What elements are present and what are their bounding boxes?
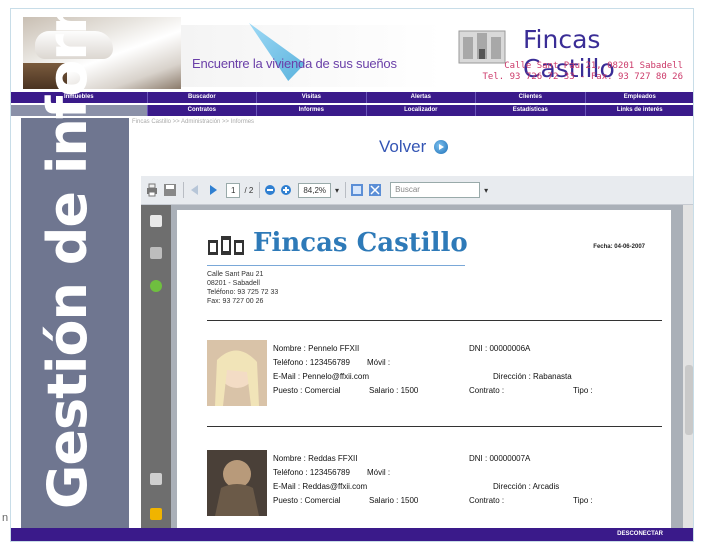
breadcrumb: Fincas Castillo >> Administración >> Inf… <box>132 119 255 125</box>
toolbar-divider <box>183 182 184 198</box>
nav-alertas[interactable]: Alertas <box>367 92 477 103</box>
employee-puesto: Puesto : Comercial <box>273 496 341 505</box>
volver-label: Volver <box>379 137 427 156</box>
employee-telefono: Teléfono : 123456789 <box>273 358 350 367</box>
employee-salario: Salario : 1500 <box>369 496 419 505</box>
print-icon[interactable] <box>145 181 159 199</box>
nav-clientes[interactable]: Clientes <box>476 92 586 103</box>
address-line: Fax: 93 727 00 26 <box>207 298 264 305</box>
pdf-side-nav <box>141 205 171 533</box>
toolbar-divider <box>259 182 261 198</box>
disconnect-link[interactable]: DESCONECTAR <box>617 531 663 537</box>
employee-nombre: Nombre : Pennelo FFXII <box>273 344 360 353</box>
section-divider <box>207 320 662 321</box>
brand-underline <box>207 265 465 266</box>
pdf-scrollbar[interactable] <box>683 205 693 533</box>
nav-empleados[interactable]: Empleados <box>586 92 693 103</box>
nav-informes[interactable]: Informes <box>257 105 367 116</box>
toolbar-divider <box>345 182 347 198</box>
comments-icon[interactable] <box>150 508 162 520</box>
nav-visitas[interactable]: Visitas <box>257 92 367 103</box>
document-brand: Fincas Castillo <box>253 228 468 258</box>
employee-email: E-Mail : Reddas@ffxii.com <box>273 482 368 491</box>
pages-icon[interactable] <box>150 215 162 227</box>
employee-dni: DNI : 00000007A <box>469 454 531 463</box>
employee-movil: Móvil : <box>367 358 391 367</box>
document-address: Calle Sant Pau 21 08201 - Sabadell Teléf… <box>207 270 278 306</box>
employee-direccion: Dirección : Rabanasta <box>493 372 572 381</box>
save-icon[interactable] <box>163 181 177 199</box>
address-line: Calle Sant Pau 21, 08201 Sabadell <box>504 61 683 71</box>
nav-contratos[interactable]: Contratos <box>148 105 258 116</box>
chevron-down-icon[interactable]: ▾ <box>335 186 339 195</box>
pdf-search-input[interactable]: Buscar <box>390 182 481 198</box>
address-line: Calle Sant Pau 21 <box>207 271 264 278</box>
employee-direccion: Dirección : Arcadis <box>493 482 560 491</box>
tagline: Encuentre la vivienda de sus sueños <box>192 56 397 71</box>
fullscreen-icon[interactable] <box>368 181 382 199</box>
employee-dni: DNI : 00000006A <box>469 344 531 353</box>
employee-puesto: Puesto : Comercial <box>273 386 341 395</box>
nav-links[interactable]: Links de interés <box>586 105 693 116</box>
next-page-icon[interactable] <box>206 181 220 199</box>
page-number-input[interactable]: 1 <box>226 182 241 198</box>
nav-localizador[interactable]: Localizador <box>367 105 477 116</box>
employee-salario: Salario : 1500 <box>369 386 419 395</box>
attachment-icon[interactable] <box>150 473 162 485</box>
zoom-in-icon[interactable] <box>280 181 292 199</box>
scrollbar-thumb[interactable] <box>685 365 693 435</box>
main-nav-row2: Contratos Informes Localizador Estadísti… <box>11 105 693 116</box>
address-line: 08201 - Sabadell <box>207 280 260 287</box>
volver-button[interactable]: Volver <box>379 137 449 157</box>
footer-bar: DESCONECTAR <box>11 528 693 541</box>
bookmarks-icon[interactable] <box>150 247 162 259</box>
zoom-level-select[interactable]: 84,2% <box>298 182 332 198</box>
employee-tipo: Tipo : <box>573 386 593 395</box>
pdf-page: Fincas Castillo Fecha: 04-06-2007 Calle … <box>177 210 671 533</box>
document-date: Fecha: 04-06-2007 <box>593 244 645 250</box>
section-divider <box>207 426 662 427</box>
help-icon[interactable] <box>150 280 162 292</box>
zoom-out-icon[interactable] <box>264 181 276 199</box>
main-nav-row1: Inmuebles Buscador Visitas Alertas Clien… <box>11 92 693 103</box>
employee-nombre: Nombre : Reddas FFXII <box>273 454 358 463</box>
phone-fax-line: Tel. 93 726 72 33 - Fax. 93 727 80 26 <box>482 72 683 82</box>
employee-record: Nombre : Pennelo FFXII DNI : 00000006A T… <box>207 340 662 420</box>
pdf-toolbar: 1 / 2 84,2% ▾ Buscar ▾ <box>141 176 693 205</box>
castle-logo-icon <box>458 30 506 64</box>
employee-photo <box>207 340 267 406</box>
employee-record: Nombre : Reddas FFXII DNI : 00000007A Te… <box>207 450 662 530</box>
castle-logo-icon <box>208 236 244 255</box>
employee-contrato: Contrato : <box>469 386 505 395</box>
page-total: / 2 <box>244 185 254 195</box>
address-line: Teléfono: 93 725 72 33 <box>207 289 279 296</box>
employee-email: E-Mail : Pennelo@ffxii.com <box>273 372 370 381</box>
app-frame: Encuentre la vivienda de sus sueños Finc… <box>10 8 694 542</box>
page-footer-fragment: n <box>2 512 9 524</box>
site-header: Encuentre la vivienda de sus sueños Finc… <box>11 9 693 91</box>
employee-telefono: Teléfono : 123456789 <box>273 468 350 477</box>
employee-movil: Móvil : <box>367 468 391 477</box>
search-chevron-icon[interactable]: ▾ <box>484 186 488 195</box>
sidebar-vertical-title: Gestión de informes <box>36 8 99 509</box>
employee-photo <box>207 450 267 516</box>
nav-estadisticas[interactable]: Estadísticas <box>476 105 586 116</box>
previous-page-icon[interactable] <box>188 181 202 199</box>
employee-contrato: Contrato : <box>469 496 505 505</box>
nav-buscador[interactable]: Buscador <box>148 92 258 103</box>
employee-tipo: Tipo : <box>573 496 593 505</box>
fit-page-icon[interactable] <box>350 181 364 199</box>
arrow-right-icon <box>434 140 449 154</box>
pdf-document-viewport: Fincas Castillo Fecha: 04-06-2007 Calle … <box>171 205 683 533</box>
